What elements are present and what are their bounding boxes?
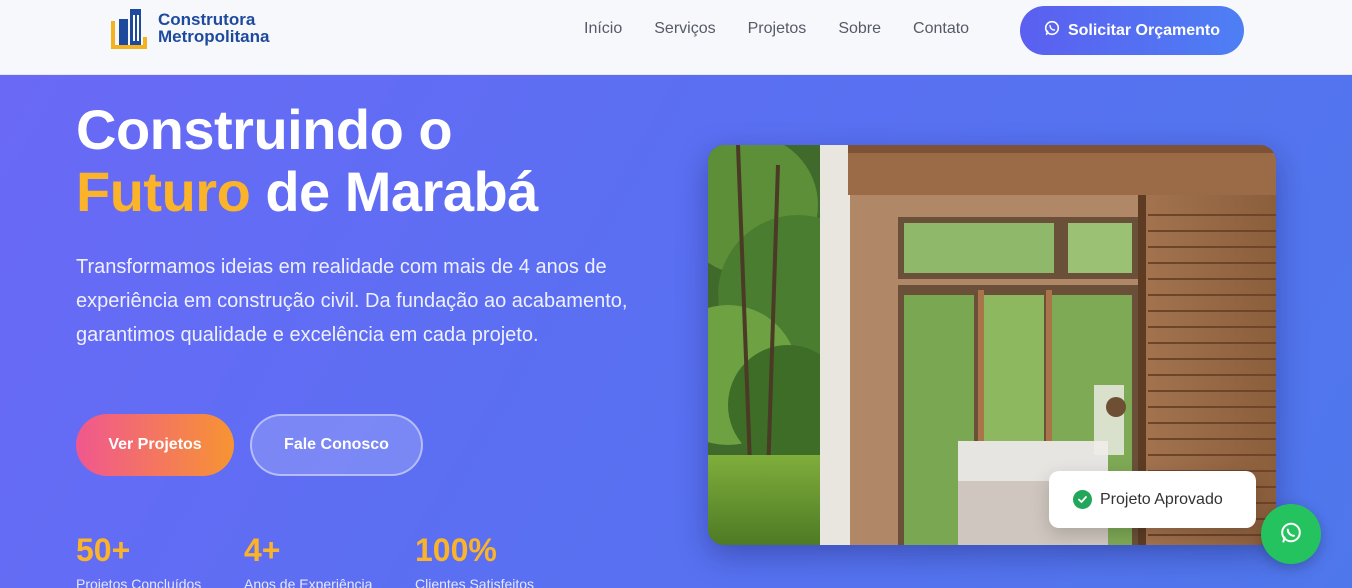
- logo-line2: Metropolitana: [158, 27, 270, 46]
- nav-item-inicio[interactable]: Início: [584, 20, 622, 38]
- stat-value: 50+: [76, 532, 131, 568]
- stat-value: 4+: [244, 532, 281, 568]
- nav-item-sobre[interactable]: Sobre: [838, 20, 881, 38]
- request-quote-button[interactable]: Solicitar Orçamento: [1020, 6, 1244, 55]
- main-nav: Início Serviços Projetos Sobre Contato: [584, 20, 969, 38]
- stat-label: Projetos Concluídos: [76, 576, 202, 588]
- approved-badge: Projeto Aprovado: [1049, 471, 1256, 528]
- stat-projects: 50+ Projetos Concluídos: [76, 532, 201, 588]
- logo-text: Construtora Metropolitana: [158, 11, 269, 45]
- whatsapp-icon: [1044, 20, 1060, 41]
- nav-item-contato[interactable]: Contato: [913, 20, 969, 38]
- logo[interactable]: Construtora Metropolitana: [111, 7, 269, 49]
- hero-title-rest: de Marabá: [265, 160, 538, 223]
- site-header: Construtora Metropolitana Início Serviço…: [0, 0, 1352, 75]
- hero-title-line1: Construindo o: [76, 98, 453, 161]
- request-quote-label: Solicitar Orçamento: [1067, 21, 1221, 39]
- stat-satisfaction: 100% Clientes Satisfeitos: [415, 532, 534, 588]
- nav-item-projetos[interactable]: Projetos: [748, 20, 807, 38]
- logo-line1: Construtora: [158, 10, 256, 29]
- stat-experience: 4+ Anos de Experiência: [244, 532, 372, 588]
- stat-label: Anos de Experiência: [244, 576, 373, 588]
- hero-title-accent: Futuro: [76, 160, 251, 223]
- stat-label: Clientes Satisfeitos: [415, 576, 535, 588]
- nav-item-servicos[interactable]: Serviços: [654, 20, 715, 38]
- hero-title: Construindo o Futuro de Marabá: [76, 99, 538, 223]
- stat-value: 100%: [415, 532, 497, 568]
- approved-badge-label: Projeto Aprovado: [1100, 490, 1223, 508]
- hero-description: Transformamos ideias em realidade com ma…: [76, 256, 628, 346]
- view-projects-button[interactable]: Ver Projetos: [76, 414, 234, 476]
- whatsapp-float-button[interactable]: [1261, 504, 1321, 564]
- check-circle-icon: [1073, 490, 1092, 509]
- contact-us-button[interactable]: Fale Conosco: [250, 414, 423, 476]
- whatsapp-icon: [1279, 521, 1303, 548]
- building-icon: [111, 7, 149, 49]
